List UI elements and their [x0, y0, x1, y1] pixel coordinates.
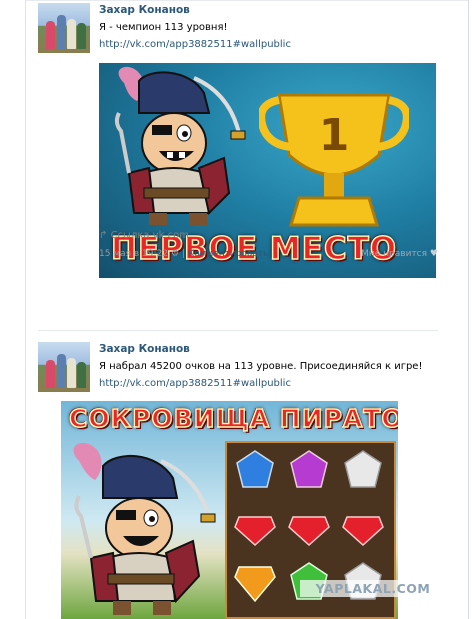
white-gem-icon	[344, 450, 382, 488]
banner-title: СОКРОВИЩА ПИРАТОВ	[68, 403, 398, 434]
red-gem-icon	[342, 516, 384, 547]
post-meta: 15 мая в 19:22 ⚙ | Комментировать	[99, 249, 269, 259]
post-divider	[38, 330, 438, 331]
red-gem-icon	[234, 516, 276, 547]
post-image-first-place[interactable]: 1 ПЕРВОЕ МЕСТО	[99, 63, 436, 278]
watermark: YAPLAKAL.COM	[300, 580, 446, 597]
post-link[interactable]: http://vk.com/app3882511#wallpublic	[99, 39, 291, 50]
top-divider	[26, 0, 468, 1]
post-text: Я набрал 45200 очков на 113 уровне. Прис…	[99, 361, 423, 372]
heart-icon[interactable]: ♥	[430, 249, 438, 259]
pirate-illustration	[114, 66, 246, 225]
blue-gem-icon	[236, 450, 274, 488]
wall-post-1: Захар Конанов Я - чемпион 113 уровня! ht…	[38, 3, 438, 323]
share-link[interactable]: ↱ Ссылка vk.com	[99, 230, 189, 241]
gear-icon[interactable]: ⚙	[171, 249, 182, 259]
vk-wall: Захар Конанов Я - чемпион 113 уровня! ht…	[0, 0, 472, 619]
post-date[interactable]: 15 мая в 19:22	[99, 249, 168, 259]
author-name[interactable]: Захар Конанов	[99, 343, 190, 355]
share-label[interactable]: Ссылка vk.com	[111, 230, 189, 241]
like-button[interactable]: Мне нравится ♥	[361, 249, 438, 259]
avatar[interactable]	[38, 342, 90, 392]
comment-button[interactable]: Комментировать	[188, 249, 269, 259]
right-border	[468, 0, 469, 619]
left-border	[25, 0, 26, 619]
pirate-illustration	[73, 442, 216, 615]
post-link[interactable]: http://vk.com/app3882511#wallpublic	[99, 378, 291, 389]
red-gem-icon	[288, 516, 330, 547]
orange-gem-icon	[234, 566, 276, 603]
purple-gem-icon	[290, 450, 328, 488]
avatar[interactable]	[38, 3, 90, 53]
trophy-number: 1	[319, 110, 350, 161]
like-label[interactable]: Мне нравится	[361, 249, 427, 259]
trophy-icon: 1	[259, 93, 409, 227]
author-name[interactable]: Захар Конанов	[99, 4, 190, 16]
post-text: Я - чемпион 113 уровня!	[99, 22, 228, 33]
